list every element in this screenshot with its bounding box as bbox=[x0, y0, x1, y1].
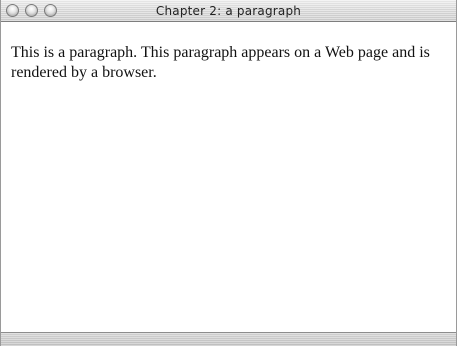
title-bar[interactable]: Chapter 2: a paragraph bbox=[1, 0, 456, 22]
browser-window: Chapter 2: a paragraph This is a paragra… bbox=[0, 0, 457, 346]
window-title: Chapter 2: a paragraph bbox=[155, 4, 302, 18]
status-bar bbox=[1, 332, 456, 346]
paragraph-text: This is a paragraph. This paragraph appe… bbox=[11, 44, 430, 81]
page-content: This is a paragraph. This paragraph appe… bbox=[1, 22, 456, 332]
